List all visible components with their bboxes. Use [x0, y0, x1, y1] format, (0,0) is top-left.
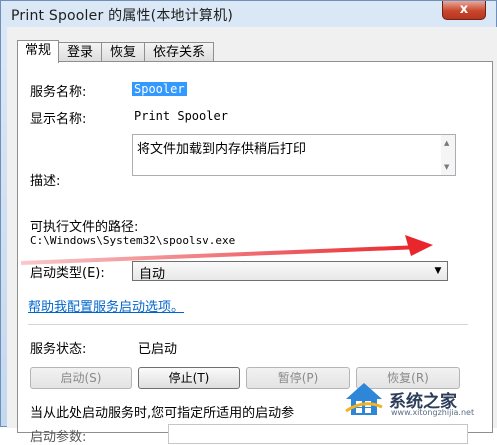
tab-general[interactable]: 常规 [17, 40, 59, 63]
properties-dialog: Print Spooler 的属性(本地计算机) x 常规 登录 恢复 依存关系… [0, 0, 497, 445]
close-button[interactable]: x [442, 1, 486, 20]
service-name-label: 服务名称: [30, 85, 87, 100]
service-status-label: 服务状态: [30, 342, 87, 357]
service-status-value: 已启动 [138, 342, 178, 357]
window-title: Print Spooler 的属性(本地计算机) [11, 8, 233, 24]
service-name-value[interactable]: Spooler [132, 82, 187, 96]
description-label: 描述: [30, 174, 61, 189]
description-textbox[interactable]: 将文件加载到内存供稍后打印 ▲ ▼ [132, 134, 456, 176]
start-params-input[interactable] [168, 424, 468, 444]
description-scrollbar[interactable]: ▲ ▼ [441, 135, 455, 175]
close-icon: x [459, 2, 469, 17]
tab-recovery[interactable]: 恢复 [101, 42, 145, 62]
title-bar[interactable]: Print Spooler 的属性(本地计算机) x [1, 1, 496, 27]
tab-logon[interactable]: 登录 [58, 42, 102, 62]
display-name-value[interactable]: Print Spooler [134, 109, 228, 123]
startup-type-select[interactable]: 自动 ▼ [132, 261, 448, 282]
exe-path-value[interactable]: C:\Windows\System32\spoolsv.exe [30, 234, 235, 247]
watermark-url: www.xitongzhijia.net [391, 408, 475, 417]
startup-type-label: 启动类型(E): [30, 266, 105, 281]
pause-button[interactable]: 暂停(P) [246, 367, 350, 389]
tab-dependencies[interactable]: 依存关系 [144, 42, 214, 62]
watermark-logo-icon [345, 383, 383, 415]
start-button[interactable]: 启动(S) [30, 367, 132, 389]
start-params-label: 启动参数: [30, 430, 87, 445]
chevron-down-icon[interactable]: ▼ [429, 262, 447, 280]
dialog-client-area: 常规 登录 恢复 依存关系 服务名称: Spooler 显示名称: Print … [7, 27, 497, 445]
description-value: 将文件加载到内存供稍后打印 [137, 142, 307, 157]
scroll-down-icon[interactable]: ▼ [444, 163, 449, 171]
general-tab-panel: 服务名称: Spooler 显示名称: Print Spooler 描述: 将文… [17, 61, 493, 445]
scroll-up-icon[interactable]: ▲ [444, 139, 449, 147]
start-params-hint: 当从此处启动服务时,您可指定所适用的启动参 [30, 406, 295, 421]
exe-path-label: 可执行文件的路径: [30, 220, 139, 235]
stop-button[interactable]: 停止(T) [138, 367, 240, 389]
display-name-label: 显示名称: [30, 112, 87, 127]
help-configure-link[interactable]: 帮助我配置服务启动选项。 [28, 296, 184, 315]
startup-type-value: 自动 [139, 267, 166, 282]
divider [28, 324, 468, 325]
